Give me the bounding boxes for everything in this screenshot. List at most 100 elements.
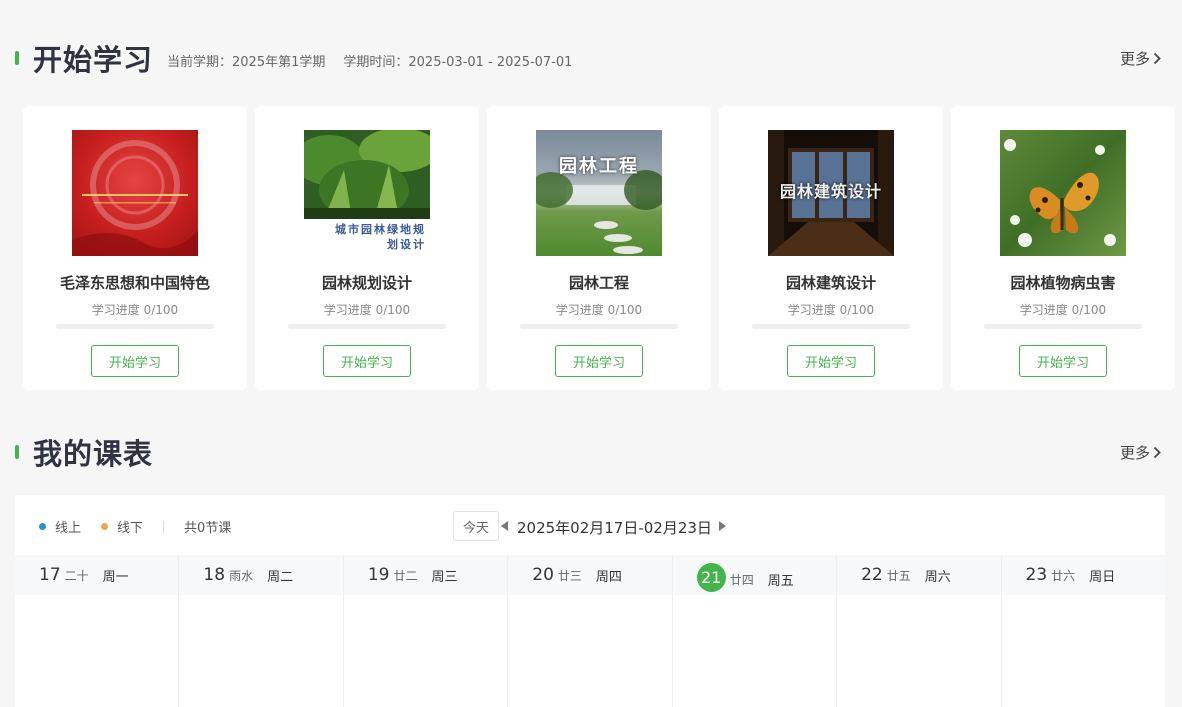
- course-name: 园林植物病虫害: [1010, 274, 1116, 292]
- schedule-more-link[interactable]: 更多: [1120, 442, 1161, 463]
- study-header: 开始学习 当前学期：2025年第1学期 学期时间：2025-03-01 - 20…: [15, 38, 1167, 78]
- cover-caption: 园林建筑设计: [779, 182, 882, 201]
- start-learning-button[interactable]: 开始学习: [1019, 345, 1107, 377]
- progress-bar: [288, 324, 446, 329]
- day-header: 22 廿五 周六: [837, 555, 1001, 595]
- chevron-right-icon: [1153, 52, 1161, 64]
- course-list: 毛泽东思想和中国特色 学习进度 0/100 开始学习 城市园林绿地规划设计 园林…: [23, 106, 1175, 390]
- cover-caption: 城市园林绿地规划设计: [335, 223, 426, 251]
- progress-bar: [984, 324, 1142, 329]
- garden-photo: [304, 130, 430, 219]
- course-card[interactable]: 毛泽东思想和中国特色 学习进度 0/100 开始学习: [23, 106, 247, 390]
- lunar-date: 廿三: [557, 568, 582, 583]
- today-button[interactable]: 今天: [453, 511, 499, 541]
- progress-bar: [520, 324, 678, 329]
- start-learning-button[interactable]: 开始学习: [787, 345, 875, 377]
- day-column[interactable]: 20 廿三 周四: [508, 555, 673, 707]
- day-header: 17 二十 周一: [15, 555, 179, 595]
- garden-path-photo: [536, 170, 662, 254]
- more-label: 更多: [1119, 443, 1150, 462]
- day-header: 19 廿二 周三: [343, 555, 508, 595]
- lunar-date: 廿二: [393, 568, 418, 583]
- next-week-icon[interactable]: [718, 521, 726, 531]
- progress-bar: [56, 324, 214, 329]
- day-number: 22: [861, 565, 883, 585]
- day-header: 21 廿四 周五: [672, 555, 837, 595]
- progress-text: 学习进度 0/100: [91, 303, 179, 317]
- more-label: 更多: [1119, 49, 1150, 68]
- day-number: 20: [532, 565, 554, 585]
- day-header: 18 雨水 周二: [179, 555, 343, 595]
- progress-text: 学习进度 0/100: [323, 303, 411, 317]
- week-range: 2025年02月17日-02月23日: [517, 519, 712, 537]
- weekday: 周二: [267, 569, 294, 585]
- progress-bar: [752, 324, 910, 329]
- day-header: 20 廿三 周四: [508, 555, 672, 595]
- weekday: 周四: [595, 569, 622, 585]
- weekday: 周一: [102, 569, 129, 585]
- start-learning-button[interactable]: 开始学习: [91, 345, 179, 377]
- schedule-title: 我的课表: [33, 437, 154, 471]
- course-card[interactable]: 园林建筑设计 园林建筑设计 学习进度 0/100 开始学习: [719, 106, 943, 390]
- day-column[interactable]: 18 雨水 周二: [179, 555, 344, 707]
- weekday: 周三: [431, 569, 458, 585]
- course-name: 园林规划设计: [321, 274, 412, 292]
- progress-text: 学习进度 0/100: [787, 303, 875, 317]
- day-column[interactable]: 23 廿六 周日: [1001, 555, 1165, 707]
- today-day-number: 21: [696, 563, 726, 592]
- butterfly-photo: [1004, 139, 1116, 247]
- legend-offline: 线下: [101, 517, 143, 536]
- schedule-header: 我的课表 更多: [15, 432, 1167, 472]
- weekday: 周五: [767, 573, 794, 589]
- course-cover-image[interactable]: 园林建筑设计: [768, 130, 894, 256]
- lunar-date: 廿五: [886, 568, 911, 583]
- lunar-date: 廿四: [729, 572, 754, 587]
- course-cover-image[interactable]: 园林工程: [536, 130, 662, 256]
- current-term: 当前学期：2025年第1学期: [167, 54, 326, 70]
- legend-online: 线上: [39, 517, 81, 536]
- course-card[interactable]: 园林工程 园林工程 学习进度 0/100 开始学习: [487, 106, 711, 390]
- progress-text: 学习进度 0/100: [1019, 303, 1107, 317]
- course-card[interactable]: 城市园林绿地规划设计 园林规划设计 学习进度 0/100 开始学习: [255, 106, 479, 390]
- day-column[interactable]: 22 廿五 周六: [837, 555, 1002, 707]
- day-number: 17: [39, 565, 61, 585]
- schedule-legend: 线上 线下 共0节课: [39, 517, 231, 536]
- course-cover-image[interactable]: [72, 130, 198, 256]
- course-name: 园林工程: [568, 274, 629, 292]
- lunar-date: 雨水: [229, 568, 254, 583]
- day-number: 19: [367, 565, 390, 585]
- course-cover-image[interactable]: [1000, 130, 1126, 256]
- day-column-today[interactable]: 21 廿四 周五: [672, 555, 838, 707]
- weekday: 周日: [1089, 569, 1116, 585]
- legend-divider: [163, 520, 165, 533]
- course-cover-image[interactable]: 城市园林绿地规划设计: [304, 130, 430, 256]
- study-more-link[interactable]: 更多: [1120, 48, 1161, 69]
- day-header: 23 廿六 周日: [1001, 555, 1165, 595]
- chevron-right-icon: [1153, 446, 1161, 458]
- weekday: 周六: [924, 569, 951, 585]
- day-column[interactable]: 19 廿二 周三: [343, 555, 509, 707]
- section-accent-bar: [15, 445, 19, 459]
- week-grid: 17 二十 周一 18 雨水 周二 19 廿二 周三 20 廿三 周四 21 廿…: [15, 555, 1165, 707]
- start-learning-button[interactable]: 开始学习: [555, 345, 643, 377]
- lunar-date: 廿六: [1051, 568, 1076, 583]
- progress-text: 学习进度 0/100: [555, 303, 643, 317]
- term-time: 学期时间：2025-03-01 - 2025-07-01: [343, 54, 573, 70]
- emblem-pattern: [72, 140, 198, 256]
- day-column[interactable]: 17 二十 周一: [15, 555, 180, 707]
- offline-dot-icon: [101, 523, 109, 530]
- online-dot-icon: [39, 523, 46, 530]
- day-number: 18: [203, 565, 226, 585]
- cover-caption: 园林工程: [559, 156, 639, 177]
- start-learning-button[interactable]: 开始学习: [323, 345, 411, 377]
- course-card[interactable]: 园林植物病虫害 学习进度 0/100 开始学习: [951, 106, 1175, 390]
- total-lessons: 共0节课: [184, 521, 232, 536]
- prev-week-icon[interactable]: [501, 521, 509, 531]
- course-name: 毛泽东思想和中国特色: [59, 274, 210, 292]
- lunar-date: 二十: [64, 568, 89, 583]
- legend-online-label: 线上: [55, 521, 82, 536]
- course-name: 园林建筑设计: [785, 274, 876, 292]
- schedule-panel: 线上 线下 共0节课 今天 2025年02月17日-02月23日 17 二十 周…: [15, 495, 1165, 707]
- study-title: 开始学习: [33, 43, 154, 77]
- legend-offline-label: 线下: [117, 521, 144, 536]
